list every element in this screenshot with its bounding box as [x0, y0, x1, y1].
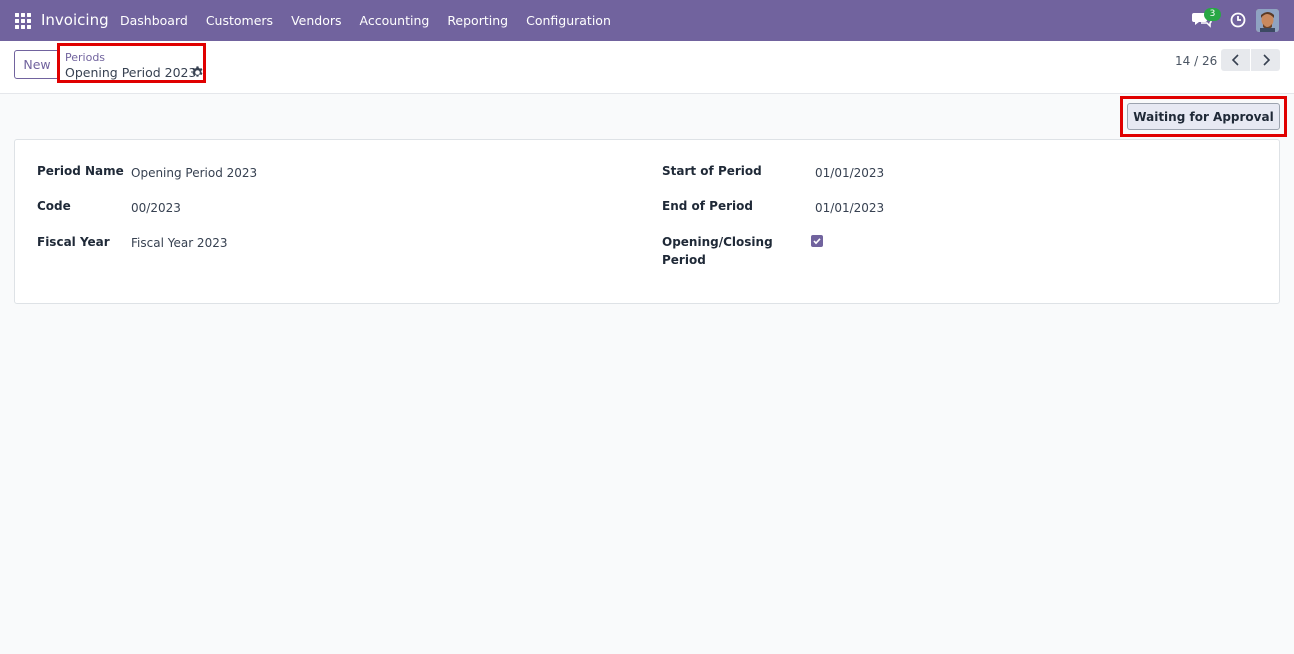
- chat-count-badge: 3: [1204, 8, 1221, 21]
- main-menu: Dashboard Customers Vendors Accounting R…: [120, 13, 629, 28]
- menu-item-dashboard[interactable]: Dashboard: [120, 13, 188, 28]
- breadcrumb: Periods Opening Period 2023: [57, 43, 206, 83]
- app-brand[interactable]: Invoicing: [41, 11, 109, 29]
- start-of-period-label: Start of Period: [662, 164, 762, 178]
- breadcrumb-parent-link[interactable]: Periods: [65, 51, 105, 64]
- pager-next-button[interactable]: [1251, 49, 1280, 71]
- start-of-period-field[interactable]: 01/01/2023: [815, 166, 884, 180]
- status-area: Waiting for Approval: [1120, 96, 1287, 137]
- menu-item-accounting[interactable]: Accounting: [360, 13, 430, 28]
- apps-grid-icon[interactable]: [15, 13, 31, 29]
- check-icon: [813, 238, 821, 245]
- end-of-period-label: End of Period: [662, 199, 753, 213]
- user-avatar[interactable]: [1256, 9, 1279, 32]
- code-label: Code: [37, 199, 71, 213]
- menu-item-reporting[interactable]: Reporting: [447, 13, 508, 28]
- chevron-left-icon: [1231, 54, 1239, 66]
- period-name-field[interactable]: Opening Period 2023: [131, 166, 257, 180]
- menu-item-configuration[interactable]: Configuration: [526, 13, 611, 28]
- gear-icon[interactable]: [191, 66, 204, 79]
- chevron-right-icon: [1262, 54, 1270, 66]
- pager-previous-button[interactable]: [1221, 49, 1250, 71]
- control-panel: New Periods Opening Period 2023 14 / 26: [0, 41, 1294, 94]
- waiting-for-approval-button[interactable]: Waiting for Approval: [1127, 103, 1280, 130]
- form-sheet: Period Name Opening Period 2023 Code 00/…: [14, 139, 1280, 304]
- clock-icon[interactable]: [1230, 12, 1246, 28]
- fiscal-year-field[interactable]: Fiscal Year 2023: [131, 236, 227, 250]
- opening-closing-label-line2: Period: [662, 253, 706, 267]
- opening-closing-checkbox[interactable]: [811, 235, 823, 247]
- top-navbar: Invoicing Dashboard Customers Vendors Ac…: [0, 0, 1294, 41]
- code-field[interactable]: 00/2023: [131, 201, 181, 215]
- pager-value[interactable]: 14 / 26: [1175, 54, 1217, 68]
- period-name-label: Period Name: [37, 164, 124, 178]
- breadcrumb-current-record: Opening Period 2023: [65, 65, 197, 80]
- end-of-period-field[interactable]: 01/01/2023: [815, 201, 884, 215]
- menu-item-vendors[interactable]: Vendors: [291, 13, 341, 28]
- new-button[interactable]: New: [14, 50, 60, 79]
- fiscal-year-label: Fiscal Year: [37, 235, 110, 249]
- opening-closing-label-line1: Opening/Closing: [662, 235, 773, 249]
- menu-item-customers[interactable]: Customers: [206, 13, 273, 28]
